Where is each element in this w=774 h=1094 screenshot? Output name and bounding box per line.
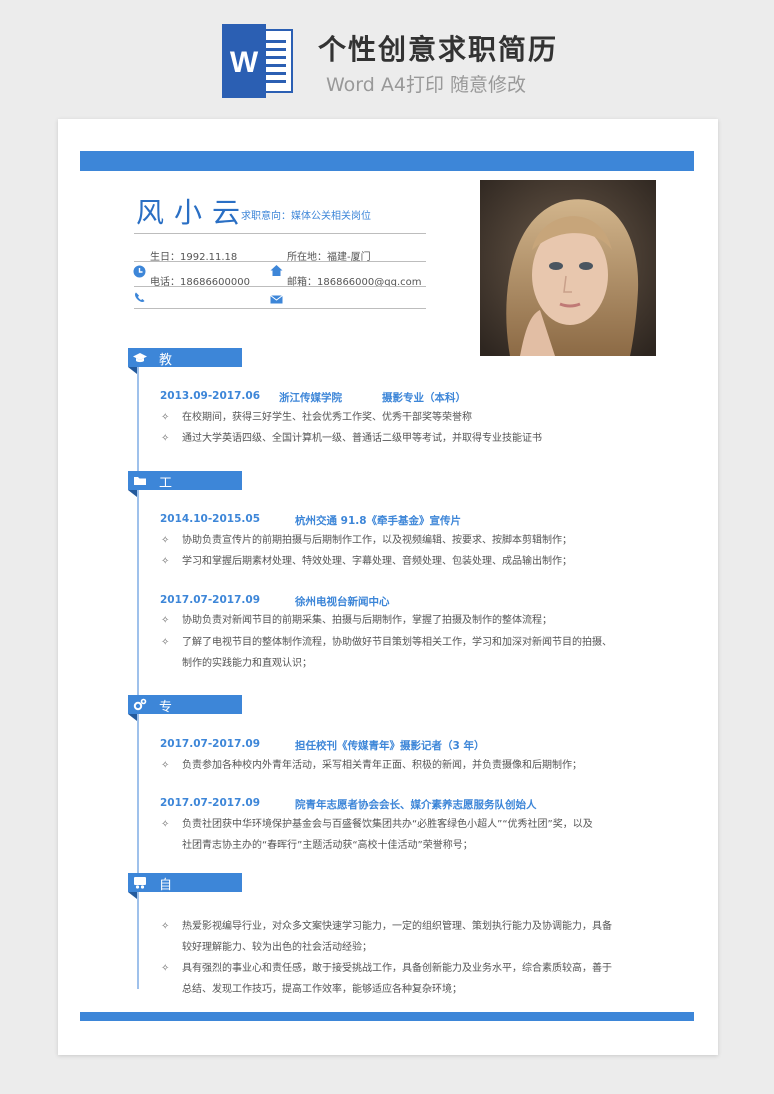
folder-icon — [134, 477, 146, 485]
bullet-icon: ✧ — [161, 921, 170, 932]
bullet-icon: ✧ — [161, 433, 170, 444]
bottom-accent-bar — [80, 1012, 694, 1021]
list-item: 负责参加各种校内外青年活动，采写相关青年正面、积极的新闻，并负责摄像和后期制作； — [182, 760, 582, 771]
profile-photo — [480, 180, 656, 356]
list-item: 较好理解能力、较为出色的社会活动经验； — [182, 942, 372, 953]
job-date: 2014.10-2015.05 — [160, 513, 261, 525]
section-title: 自我评价 — [159, 878, 174, 950]
list-item: 协助负责宣传片的前期拍摄与后期制作工作，以及视频编辑、按要求、按脚本剪辑制作； — [182, 535, 572, 546]
graduation-cap-icon — [133, 353, 147, 363]
page-subtitle: Word A4打印 随意修改 — [326, 74, 527, 96]
bullet-icon: ✧ — [161, 963, 170, 974]
divider — [134, 261, 426, 262]
list-item: 负责社团获中华环境保护基金会与百盛餐饮集团共办“必胜客绿色小超人”“优秀社团”奖… — [182, 819, 593, 830]
gears-icon — [133, 698, 147, 711]
divider — [134, 233, 426, 234]
divider — [134, 308, 426, 309]
promo-header: W 个性创意求职简历 Word A4打印 随意修改 — [0, 0, 774, 105]
top-accent-bar — [80, 151, 694, 171]
bullet-icon: ✧ — [161, 535, 170, 546]
job-intent: 求职意向：媒体公关相关岗位 — [241, 211, 371, 222]
timeline-line — [137, 359, 139, 989]
job-org: 杭州交通 91.8《牵手基金》宣传片 — [295, 515, 462, 527]
edu-date: 2013.09-2017.06 — [160, 390, 261, 402]
bullet-icon: ✧ — [161, 556, 170, 567]
list-item: 在校期间，获得三好学生、社会优秀工作奖、优秀干部奖等荣誉称 — [182, 412, 472, 423]
bullet-icon: ✧ — [161, 615, 170, 626]
skill-org: 担任校刊《传媒青年》摄影记者（3 年） — [295, 740, 485, 752]
list-item: 具有强烈的事业心和责任感，敢于接受挑战工作，具备创新能力及业务水平，综合素质较高… — [182, 963, 612, 974]
skill-date: 2017.07-2017.09 — [160, 738, 261, 750]
clock-icon — [133, 265, 146, 278]
bullet-icon: ✧ — [161, 637, 170, 648]
svg-text:W: W — [230, 46, 259, 79]
people-icon — [134, 877, 146, 889]
skill-org: 院青年志愿者协会会长、媒介素养志愿服务队创始人 — [295, 799, 537, 811]
candidate-name: 风小云 — [136, 196, 251, 229]
edu-school: 浙江传媒学院 — [279, 392, 342, 404]
list-item: 通过大学英语四级、全国计算机一级、普通话二级甲等考试，并取得专业技能证书 — [182, 433, 542, 444]
list-item: 协助负责对新闻节目的前期采集、拍摄与后期制作，掌握了拍摄及制作的整体流程； — [182, 615, 552, 626]
list-item: 学习和掌握后期素材处理、特效处理、字幕处理、音频处理、包装处理、成品输出制作； — [182, 556, 572, 567]
bullet-icon: ✧ — [161, 760, 170, 771]
job-org: 徐州电视台新闻中心 — [295, 596, 390, 608]
list-item: 制作的实践能力和直观认识； — [182, 658, 312, 669]
word-document-icon: W — [222, 24, 293, 98]
page-title: 个性创意求职简历 — [318, 33, 559, 66]
home-icon — [270, 265, 283, 276]
job-date: 2017.07-2017.09 — [160, 594, 261, 606]
list-item: 总结、发现工作技巧，提高工作效率，能够适应各种复杂环境； — [182, 984, 462, 995]
list-item: 了解了电视节目的整体制作流程，协助做好节目策划等相关工作，学习和加深对新闻节目的… — [182, 637, 612, 648]
divider — [134, 286, 426, 287]
edu-major: 摄影专业（本科） — [382, 392, 466, 404]
mail-icon — [270, 295, 283, 304]
resume-page: 风小云 求职意向：媒体公关相关岗位 生日：1992.11.18 所在地：福建-厦… — [58, 119, 718, 1055]
bullet-icon: ✧ — [161, 412, 170, 423]
skill-date: 2017.07-2017.09 — [160, 797, 261, 809]
bullet-icon: ✧ — [161, 819, 170, 830]
list-item: 热爱影视编导行业，对众多文案快速学习能力，一定的组织管理、策划执行能力及协调能力… — [182, 921, 612, 932]
list-item: 社团青志协主办的“春晖行”主题活动获“高校十佳活动”荣誉称号； — [182, 840, 473, 851]
phone-icon — [135, 292, 145, 302]
